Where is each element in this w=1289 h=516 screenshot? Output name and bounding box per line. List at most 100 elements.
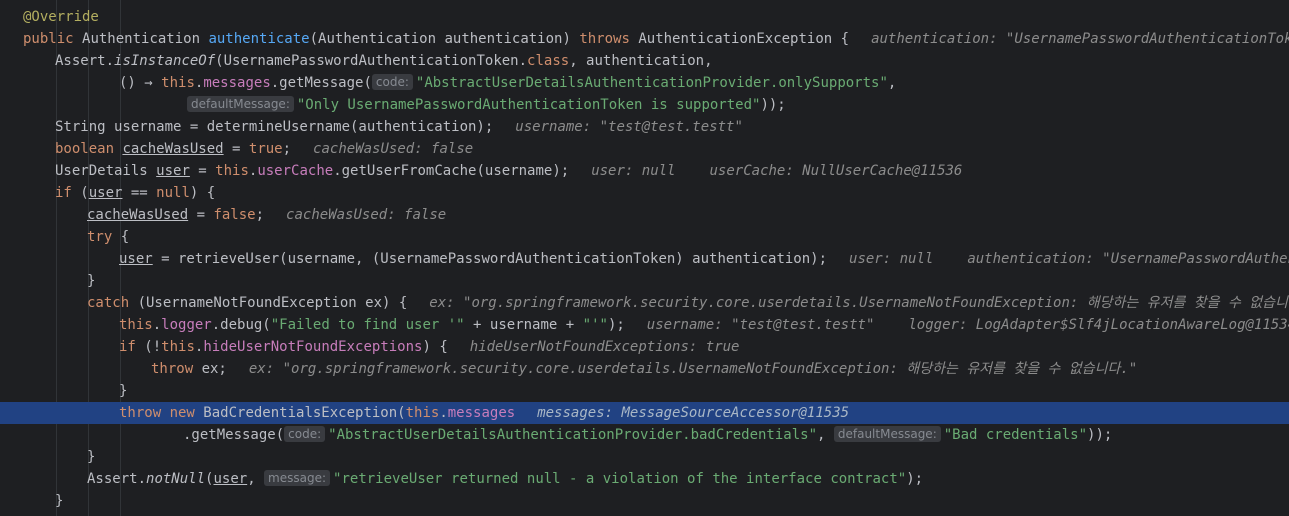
code-line[interactable]: () → this.messages.getMessage(code: "Abst… <box>0 72 1289 94</box>
code-token: if <box>119 339 145 355</box>
code-line[interactable]: @Override <box>0 6 1289 28</box>
code-line[interactable]: .getMessage(code: "AbstractUserDetailsAut… <box>0 424 1289 446</box>
code-line[interactable]: boolean cacheWasUsed = true; cacheWasUsed… <box>0 138 1289 160</box>
code-token: catch <box>87 295 138 311</box>
debug-inline-value[interactable]: username: "test@test.testt" <box>515 119 743 135</box>
code-token: throw <box>151 361 202 377</box>
code-token: AuthenticationException { <box>638 31 850 47</box>
debug-inline-value[interactable]: messages: MessageSourceAccessor@11535 <box>537 405 849 421</box>
code-token: ; <box>255 207 265 223</box>
code-line[interactable]: catch (UsernameNotFoundException ex) {ex… <box>0 292 1289 314</box>
code-line[interactable]: Assert.notNull(user, message: "retrieveUs… <box>0 468 1289 490</box>
code-token: user <box>156 163 190 179</box>
code-token: "Failed to find user '" <box>270 317 465 333</box>
parameter-hint: defaultMessage: <box>833 426 941 442</box>
parameter-hint: code: <box>371 74 413 90</box>
code-token: class <box>527 53 570 69</box>
code-token: public <box>23 31 83 47</box>
code-token: } <box>55 493 64 509</box>
code-token: = <box>188 207 214 223</box>
code-token: .getMessage( <box>183 427 285 443</box>
code-line[interactable]: user = retrieveUser(username, (UsernameP… <box>0 248 1289 270</box>
code-line[interactable]: } <box>0 380 1289 402</box>
code-line[interactable]: defaultMessage: "Only UsernamePasswordAut… <box>0 94 1289 116</box>
debug-inline-value[interactable]: user: null <box>849 251 933 267</box>
code-line[interactable]: } <box>0 270 1289 292</box>
code-token: notNull <box>146 471 206 487</box>
code-token: messages <box>447 405 516 421</box>
code-token: . <box>439 405 448 421</box>
debug-inline-value[interactable]: authentication: "UsernamePasswordAuthent… <box>871 31 1289 47</box>
code-token: this <box>119 317 153 333</box>
code-token: null <box>156 185 190 201</box>
code-token: = <box>189 163 216 179</box>
debug-inline-value[interactable]: cacheWasUsed: false <box>313 141 473 157</box>
code-token: authenticate <box>208 31 310 47</box>
code-token: ); <box>607 317 625 333</box>
code-token: new <box>169 405 204 421</box>
code-line[interactable]: } <box>0 490 1289 512</box>
code-line[interactable]: Assert.isInstanceOf(UsernamePasswordAuth… <box>0 50 1289 72</box>
code-token: , <box>817 427 834 443</box>
debug-inline-value[interactable]: ex: "org.springframework.security.core.u… <box>249 361 1137 377</box>
code-line[interactable]: try { <box>0 226 1289 248</box>
code-token: Assert. <box>87 471 147 487</box>
debug-inline-value[interactable]: authentication: "UsernamePasswordAuthent… <box>967 251 1289 267</box>
code-line[interactable]: String username = determineUsername(auth… <box>0 116 1289 138</box>
code-token: this <box>161 339 195 355</box>
code-token: = <box>223 141 249 157</box>
code-line[interactable]: if (!this.hideUserNotFoundExceptions) {h… <box>0 336 1289 358</box>
code-token: { <box>120 229 130 245</box>
code-token: "AbstractUserDetailsAuthenticationProvid… <box>328 427 818 443</box>
code-line[interactable]: cacheWasUsed = false; cacheWasUsed: false <box>0 204 1289 226</box>
code-token: } <box>87 449 96 465</box>
code-token: true <box>248 141 283 157</box>
debug-inline-value[interactable]: cacheWasUsed: false <box>286 207 446 223</box>
code-token: ; <box>282 141 292 157</box>
code-token: Authentication <box>82 31 209 47</box>
debug-inline-value[interactable]: user: null <box>591 163 675 179</box>
code-token: "Bad credentials" <box>943 427 1088 443</box>
code-line[interactable]: throw ex; ex: "org.springframework.securi… <box>0 358 1289 380</box>
code-token: try <box>87 229 121 245</box>
code-token: (UsernamePasswordAuthenticationToken. <box>215 53 528 69</box>
code-editor[interactable]: @Override public Authentication authentic… <box>0 0 1289 516</box>
code-line-current[interactable]: throw new BadCredentialsException(this.m… <box>0 402 1289 424</box>
code-token: isInstanceOf <box>114 53 216 69</box>
code-token: throw <box>119 405 170 421</box>
code-token: BadCredentialsException( <box>203 405 406 421</box>
code-token: @Override <box>23 9 99 25</box>
debug-inline-value[interactable]: hideUserNotFoundExceptions: true <box>470 339 740 355</box>
code-token: ( <box>80 185 89 201</box>
code-token: () → <box>119 75 162 91</box>
debug-inline-value[interactable]: logger: LogAdapter$Slf4jLocationAwareLog… <box>908 317 1289 333</box>
code-token: "retrieveUser returned null - a violatio… <box>333 471 907 487</box>
code-line[interactable]: } <box>0 446 1289 468</box>
parameter-hint: defaultMessage: <box>187 96 294 112</box>
code-line[interactable]: this.logger.debug("Failed to find user '… <box>0 314 1289 336</box>
code-token: boolean <box>55 141 123 157</box>
debug-inline-value[interactable]: ex: "org.springframework.security.core.u… <box>429 295 1289 311</box>
code-token: . <box>152 317 162 333</box>
code-token: hideUserNotFoundExceptions <box>203 339 423 355</box>
code-token: == <box>122 185 157 201</box>
code-token: "AbstractUserDetailsAuthenticationProvid… <box>415 75 888 91</box>
code-line[interactable]: if (user == null) { <box>0 182 1289 204</box>
code-token: ) { <box>189 185 216 201</box>
debug-inline-value[interactable]: username: "test@test.testt" <box>647 317 875 333</box>
code-line[interactable]: UserDetails user = this.userCache.getUse… <box>0 160 1289 182</box>
parameter-hint: message: <box>264 470 331 486</box>
code-token: + username + <box>464 317 583 333</box>
code-token: user <box>213 471 248 487</box>
code-token: .debug( <box>211 317 271 333</box>
code-token: } <box>87 273 96 289</box>
code-token: ex; <box>201 361 227 377</box>
debug-inline-value[interactable]: userCache: NullUserCache@11536 <box>710 163 963 179</box>
code-token: false <box>213 207 256 223</box>
code-token: this <box>215 163 249 179</box>
code-token: cacheWasUsed <box>122 141 224 157</box>
code-token: )); <box>1087 427 1113 443</box>
code-token: )); <box>760 97 786 113</box>
code-token: user <box>88 185 123 201</box>
code-line[interactable]: public Authentication authenticate(Authe… <box>0 28 1289 50</box>
